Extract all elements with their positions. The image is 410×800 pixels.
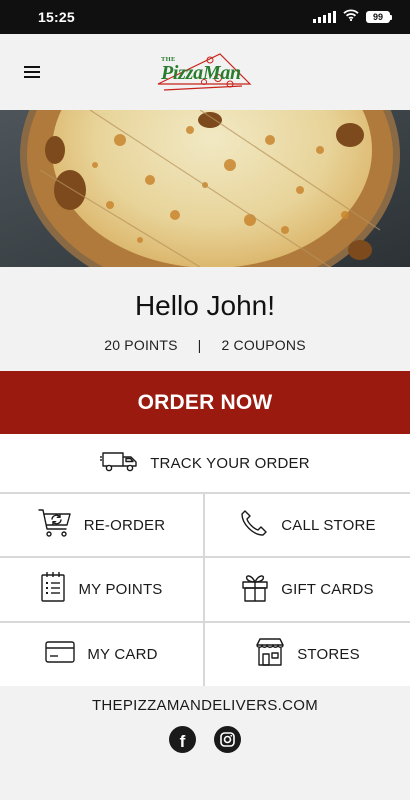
signal-icon (313, 11, 336, 23)
delivery-truck-icon (100, 449, 140, 478)
stats-separator: | (197, 337, 202, 353)
my-points-label: MY POINTS (78, 581, 163, 598)
gift-icon (241, 572, 269, 607)
status-time: 15:25 (38, 9, 75, 25)
my-card-label: MY CARD (87, 646, 158, 663)
status-bar: 15:25 99 (0, 0, 410, 34)
social-links: f (0, 726, 410, 753)
footer: THEPIZZAMANDELIVERS.COM f (0, 686, 410, 800)
stores-label: STORES (297, 646, 360, 663)
pizzaman-logo: THE PizzaMan (150, 48, 262, 96)
stores-button[interactable]: STORES (205, 623, 410, 686)
greeting-title: Hello John! (134, 290, 276, 321)
greeting-section: Hello John! 20 POINTS | 2 COUPONS (0, 267, 410, 371)
app-header: THE PizzaMan (0, 34, 410, 110)
track-order-label: TRACK YOUR ORDER (150, 454, 310, 472)
wifi-icon (343, 8, 359, 26)
cart-reorder-icon (37, 508, 72, 543)
store-icon (255, 637, 285, 672)
order-now-button[interactable]: ORDER NOW (0, 371, 410, 434)
hero-pizza-image (0, 110, 410, 267)
points-checklist-icon (40, 571, 66, 608)
gift-cards-button[interactable]: GIFT CARDS (205, 558, 410, 621)
quick-actions-grid: RE-ORDER CALL STORE MY POINTS GIFT CARDS… (0, 494, 410, 686)
reorder-label: RE-ORDER (83, 516, 166, 534)
coupons-count[interactable]: 2 COUPONS (221, 337, 305, 353)
my-points-button[interactable]: MY POINTS (0, 558, 203, 621)
hamburger-menu-icon[interactable] (14, 54, 50, 90)
track-order-button[interactable]: TRACK YOUR ORDER (0, 434, 410, 494)
status-icons: 99 (313, 8, 392, 26)
my-card-button[interactable]: MY CARD (0, 623, 203, 686)
gift-cards-label: GIFT CARDS (281, 581, 374, 598)
battery-level: 99 (366, 11, 390, 23)
rewards-summary: 20 POINTS | 2 COUPONS (0, 337, 410, 353)
facebook-icon[interactable]: f (169, 726, 196, 753)
instagram-icon[interactable] (214, 726, 241, 753)
logo-main-text: PizzaMan (161, 62, 241, 84)
points-count[interactable]: 20 POINTS (104, 337, 177, 353)
battery-icon: 99 (366, 11, 392, 23)
credit-card-icon (45, 641, 76, 668)
call-store-button[interactable]: CALL STORE (205, 494, 410, 556)
phone-icon (239, 508, 269, 543)
website-link[interactable]: THEPIZZAMANDELIVERS.COM (0, 697, 410, 714)
reorder-button[interactable]: RE-ORDER (0, 494, 203, 556)
call-store-label: CALL STORE (281, 516, 376, 534)
